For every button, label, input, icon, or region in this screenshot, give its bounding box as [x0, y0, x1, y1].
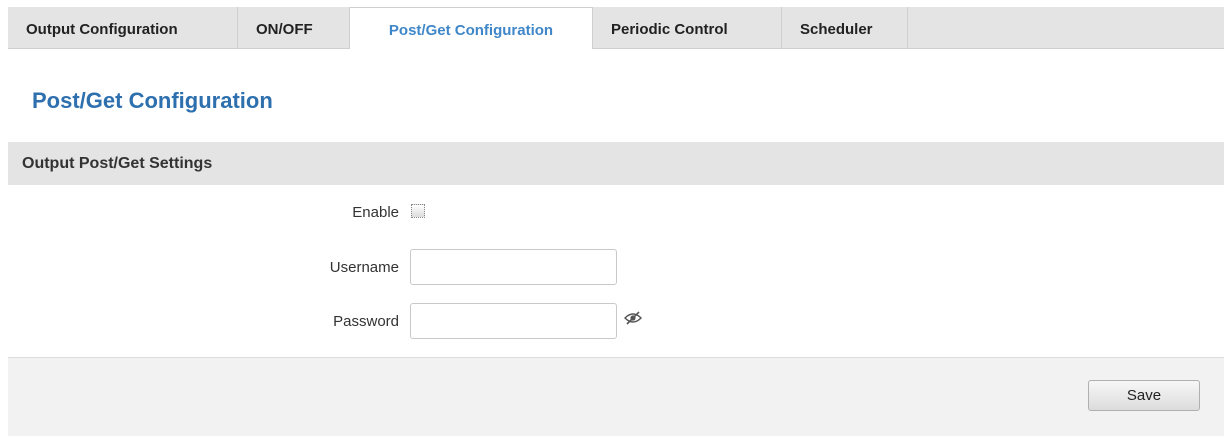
password-label: Password: [333, 313, 399, 330]
tab-on-off[interactable]: ON/OFF: [238, 7, 350, 48]
tab-periodic-control[interactable]: Periodic Control: [593, 7, 782, 48]
page-title: Post/Get Configuration: [32, 88, 273, 113]
username-input[interactable]: [410, 249, 617, 285]
tab-scheduler[interactable]: Scheduler: [782, 7, 908, 48]
footer-bar: [8, 357, 1224, 436]
section-header: Output Post/Get Settings: [8, 142, 1224, 185]
tab-post-get-configuration[interactable]: Post/Get Configuration: [349, 7, 593, 49]
enable-label: Enable: [352, 204, 399, 221]
enable-checkbox[interactable]: [411, 204, 425, 218]
username-label: Username: [329, 259, 399, 276]
save-button[interactable]: Save: [1088, 380, 1200, 411]
tab-bar: Output Configuration ON/OFF Post/Get Con…: [8, 7, 1224, 49]
eye-slash-icon[interactable]: [624, 311, 642, 325]
tab-output-configuration[interactable]: Output Configuration: [8, 7, 238, 48]
password-input[interactable]: [410, 303, 617, 339]
